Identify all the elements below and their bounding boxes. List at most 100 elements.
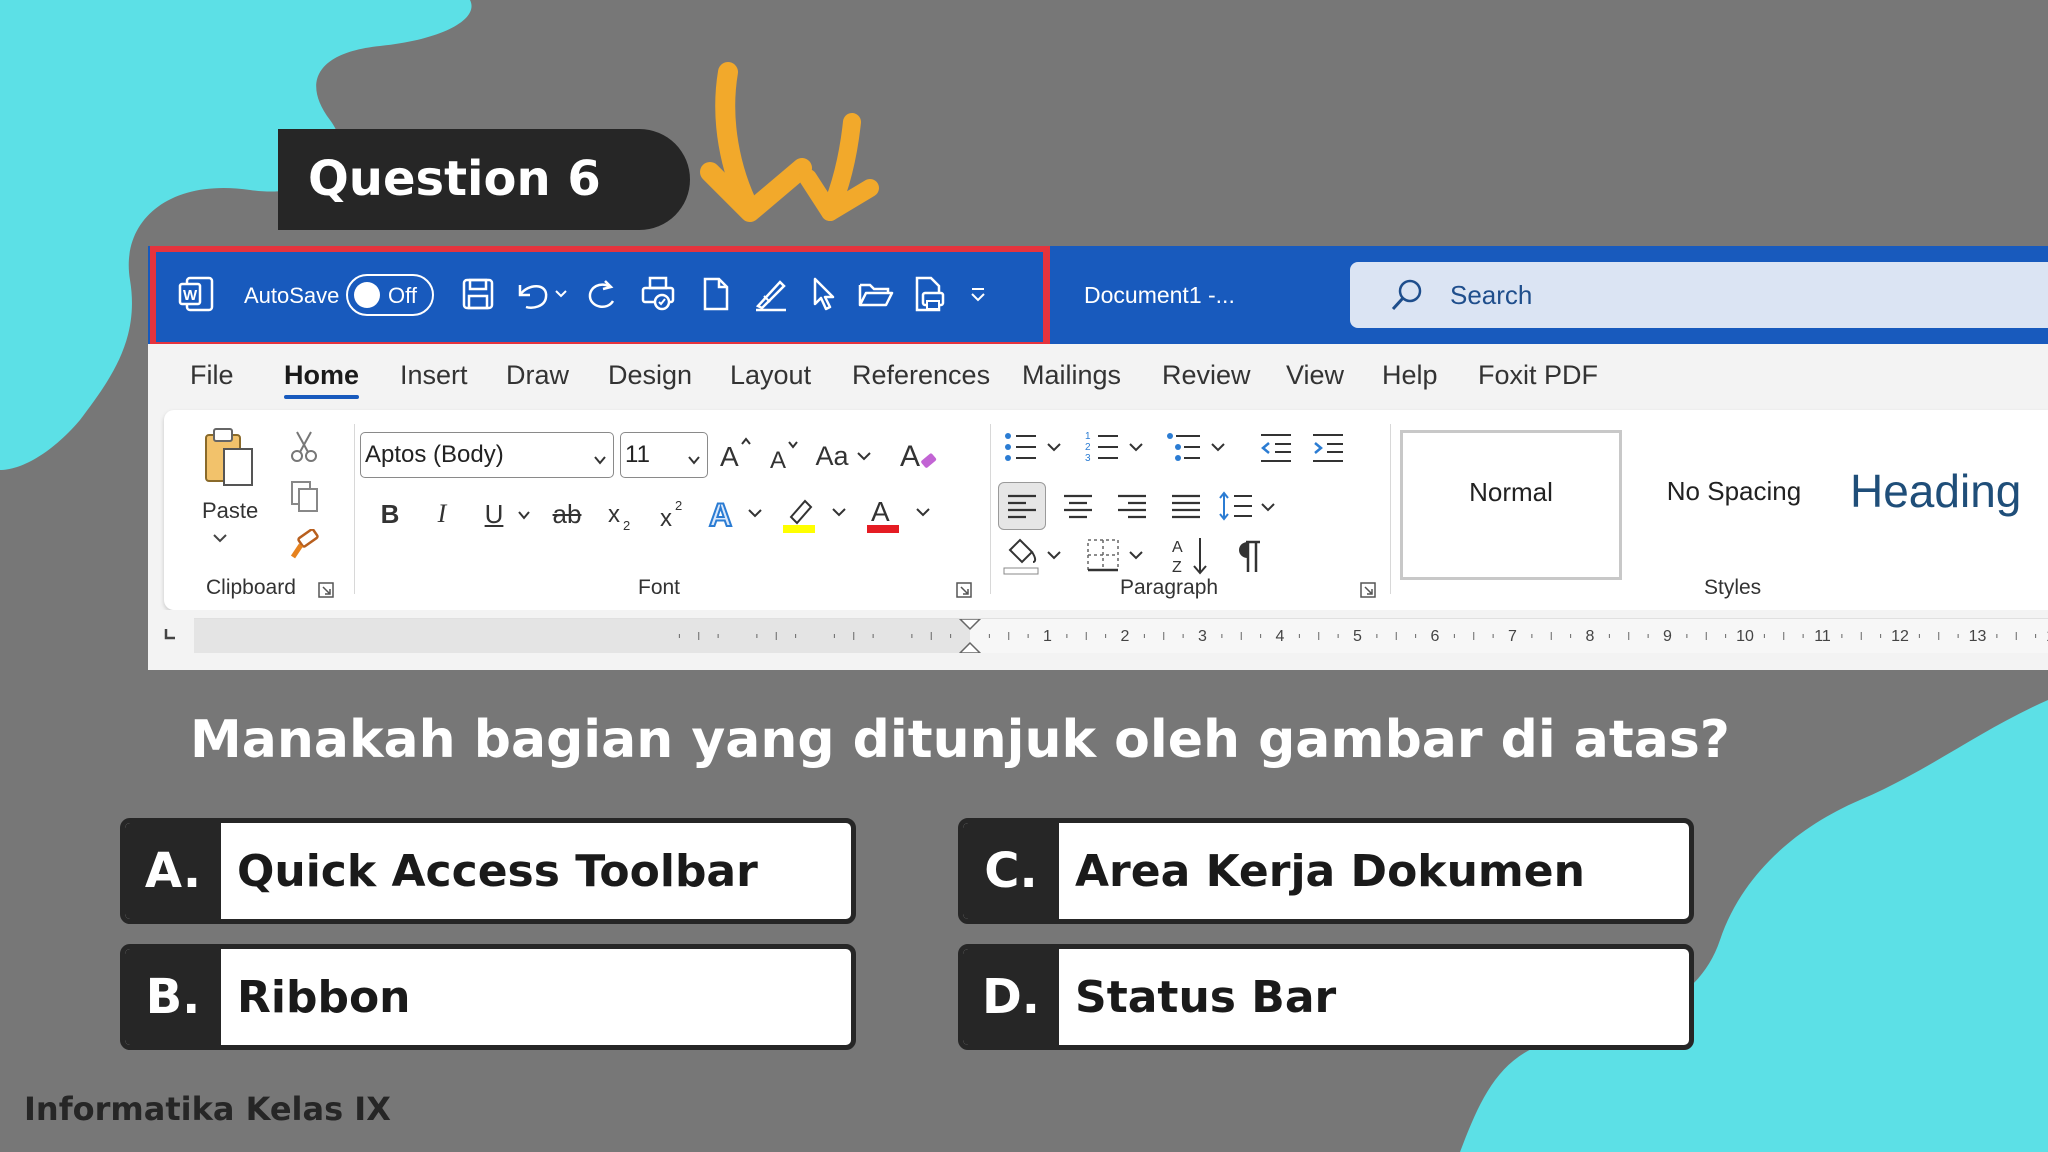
bullets-icon[interactable] bbox=[1000, 428, 1074, 468]
tab-design[interactable]: Design bbox=[608, 360, 692, 391]
tab-draw[interactable]: Draw bbox=[506, 360, 569, 391]
paste-label: Paste bbox=[202, 498, 259, 523]
svg-text:1: 1 bbox=[1085, 431, 1091, 442]
quick-access-highlight bbox=[150, 246, 1050, 348]
italic-button[interactable]: I bbox=[424, 494, 460, 534]
clear-formatting-icon[interactable]: A bbox=[896, 434, 940, 476]
style-normal[interactable]: Normal bbox=[1400, 430, 1622, 580]
font-name-value: Aptos (Body) bbox=[365, 441, 504, 468]
strikethrough-button[interactable]: ab bbox=[544, 494, 590, 534]
tab-references[interactable]: References bbox=[852, 360, 990, 391]
tab-review[interactable]: Review bbox=[1162, 360, 1251, 391]
change-case-label: Aa bbox=[815, 440, 849, 471]
answer-option-c[interactable]: C. Area Kerja Dokumen bbox=[958, 818, 1694, 924]
cut-icon[interactable] bbox=[286, 428, 322, 464]
svg-text:x: x bbox=[608, 501, 620, 528]
ruler-number: 6 bbox=[1431, 628, 1440, 645]
copy-icon[interactable] bbox=[286, 478, 322, 514]
shrink-font-icon[interactable]: A bbox=[764, 436, 804, 476]
superscript-icon[interactable]: x2 bbox=[654, 494, 694, 538]
tab-foxit-pdf[interactable]: Foxit PDF bbox=[1478, 360, 1598, 391]
grow-font-icon[interactable]: A bbox=[716, 434, 756, 474]
svg-text:2: 2 bbox=[1085, 442, 1091, 453]
chevron-down-icon bbox=[593, 445, 607, 473]
justify-icon[interactable] bbox=[1162, 482, 1210, 530]
paste-icon[interactable] bbox=[198, 424, 262, 490]
ruler-number: 12 bbox=[1891, 628, 1909, 645]
align-center-icon[interactable] bbox=[1054, 482, 1102, 530]
question-label: Question 6 bbox=[278, 129, 690, 230]
tab-help[interactable]: Help bbox=[1382, 360, 1438, 391]
align-left-icon[interactable] bbox=[998, 482, 1046, 530]
tab-file[interactable]: File bbox=[190, 360, 234, 391]
numbering-icon[interactable]: 123 bbox=[1082, 428, 1156, 468]
ruler-number: 3 bbox=[1198, 628, 1207, 645]
search-box[interactable]: Search bbox=[1350, 262, 2048, 328]
group-separator bbox=[990, 424, 991, 594]
change-case-button[interactable]: Aa bbox=[810, 436, 878, 476]
font-size-value: 11 bbox=[625, 441, 650, 468]
answer-text: Ribbon bbox=[237, 971, 411, 1023]
answer-text: Area Kerja Dokumen bbox=[1075, 845, 1585, 897]
tab-home[interactable]: Home bbox=[284, 360, 360, 399]
font-name-dropdown[interactable]: Aptos (Body) bbox=[360, 432, 614, 478]
ruler-number: 1 bbox=[1043, 628, 1052, 645]
answer-letter: A. bbox=[125, 823, 221, 919]
style-heading[interactable]: Heading bbox=[1838, 430, 2048, 580]
font-size-dropdown[interactable]: 11 bbox=[620, 432, 708, 478]
clipboard-group-label: Clipboard bbox=[206, 576, 296, 599]
svg-text:A: A bbox=[709, 497, 732, 533]
paragraph-group-label: Paragraph bbox=[1120, 576, 1219, 599]
text-effects-icon[interactable]: A bbox=[706, 492, 770, 536]
footer-text: Informatika Kelas IX bbox=[24, 1090, 391, 1128]
multilevel-list-icon[interactable] bbox=[1164, 428, 1238, 468]
search-placeholder: Search bbox=[1450, 280, 1533, 310]
underline-dropdown-icon[interactable] bbox=[512, 500, 536, 530]
svg-text:2: 2 bbox=[623, 518, 630, 533]
tab-selector-icon[interactable] bbox=[160, 624, 180, 644]
bold-button[interactable]: B bbox=[372, 494, 408, 534]
answer-option-d[interactable]: D. Status Bar bbox=[958, 944, 1694, 1050]
answer-option-b[interactable]: B. Ribbon bbox=[120, 944, 856, 1050]
style-normal-label: Normal bbox=[1469, 477, 1553, 507]
group-separator bbox=[354, 424, 355, 594]
tab-home-label: Home bbox=[284, 360, 360, 390]
style-no-spacing[interactable]: No Spacing bbox=[1634, 430, 1834, 580]
style-heading-label: Heading bbox=[1850, 465, 2022, 517]
answer-option-a[interactable]: A. Quick Access Toolbar bbox=[120, 818, 856, 924]
show-formatting-icon[interactable] bbox=[1224, 532, 1272, 580]
svg-text:A: A bbox=[720, 441, 739, 472]
font-launcher-icon[interactable] bbox=[954, 580, 974, 600]
shading-icon[interactable] bbox=[1000, 534, 1074, 580]
underline-button[interactable]: U bbox=[476, 494, 512, 534]
borders-icon[interactable] bbox=[1082, 534, 1156, 580]
align-right-icon[interactable] bbox=[1108, 482, 1156, 530]
ruler-track: 123456789101112131415 bbox=[194, 618, 2048, 654]
format-painter-icon[interactable] bbox=[286, 528, 322, 564]
paragraph-launcher-icon[interactable] bbox=[1358, 580, 1378, 600]
answer-letter: D. bbox=[963, 949, 1059, 1045]
tab-view[interactable]: View bbox=[1286, 360, 1344, 391]
tab-layout[interactable]: Layout bbox=[730, 360, 811, 391]
svg-text:A: A bbox=[900, 440, 920, 473]
ribbon-tabs: File Home Insert Draw Design Layout Refe… bbox=[148, 344, 2048, 408]
sort-icon[interactable]: AZ bbox=[1168, 532, 1216, 580]
font-color-icon[interactable]: A bbox=[864, 492, 940, 536]
tab-insert[interactable]: Insert bbox=[400, 360, 468, 391]
svg-text:3: 3 bbox=[1085, 453, 1091, 464]
decrease-indent-icon[interactable] bbox=[1254, 428, 1298, 468]
ruler-number: 4 bbox=[1276, 628, 1285, 645]
document-title: Document1 -... bbox=[1084, 282, 1235, 308]
title-bar: W AutoSave Off Document1 -... Search bbox=[148, 246, 2048, 348]
increase-indent-icon[interactable] bbox=[1306, 428, 1350, 468]
highlight-color-icon[interactable] bbox=[780, 492, 856, 536]
tab-mailings[interactable]: Mailings bbox=[1022, 360, 1121, 391]
svg-text:2: 2 bbox=[675, 498, 682, 513]
subscript-icon[interactable]: x2 bbox=[602, 494, 642, 538]
ruler-number: 11 bbox=[1814, 628, 1831, 645]
clipboard-launcher-icon[interactable] bbox=[316, 580, 336, 600]
active-tab-indicator bbox=[284, 395, 360, 399]
ruler-number: 10 bbox=[1736, 628, 1754, 645]
paste-dropdown-icon[interactable] bbox=[208, 528, 232, 548]
line-spacing-icon[interactable] bbox=[1216, 482, 1286, 530]
